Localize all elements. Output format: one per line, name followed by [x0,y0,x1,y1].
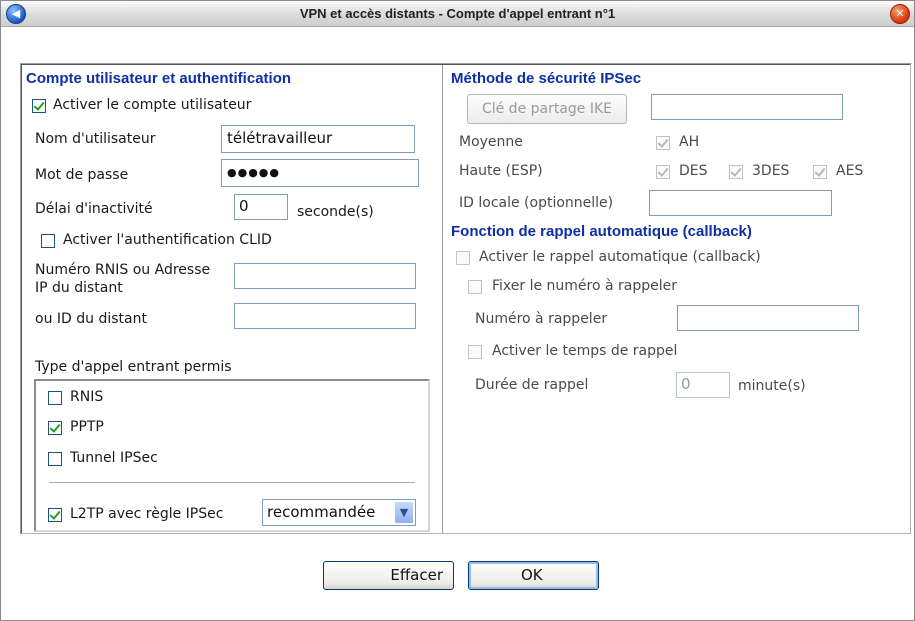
callback-duration-unit: minute(s) [738,378,806,394]
remote-id-field[interactable] [234,303,416,329]
username-label: Nom d'utilisateur [35,131,156,147]
clear-button[interactable]: Effacer [323,561,454,590]
dialog-window: ◀ VPN et accès distants - Compte d'appel… [0,0,915,621]
chevron-down-icon[interactable]: ▼ [394,501,414,524]
local-id-field[interactable] [649,190,832,216]
clid-label: Activer l'authentification CLID [63,232,272,248]
column-divider [442,65,444,533]
tunnel-ipsec-label: Tunnel IPSec [70,450,158,466]
idle-timeout-unit: seconde(s) [297,204,374,220]
ok-button[interactable]: OK [468,561,599,590]
l2tp-rule-value: recommandée [267,503,376,521]
callback-number-field[interactable] [677,305,859,331]
call-types-title: Type d'appel entrant permis [35,359,232,375]
ipsec-heading: Méthode de sécurité IPSec [451,70,642,87]
high-security-label: Haute (ESP) [459,163,543,179]
enable-account-checkbox[interactable] [32,99,46,113]
aes-label: AES [836,163,864,179]
callback-time-checkbox[interactable] [468,345,482,359]
l2tp-rule-select[interactable]: recommandée ▼ [262,499,416,526]
close-icon[interactable]: ✕ [890,4,910,24]
callback-number-label: Numéro à rappeler [475,311,608,327]
tunnel-ipsec-checkbox[interactable] [48,452,62,466]
password-field[interactable]: ●●●●● [221,159,419,187]
ah-checkbox[interactable] [656,136,670,150]
callback-duration-label: Durée de rappel [475,377,589,393]
remote-number-field[interactable] [234,263,416,289]
callback-heading: Fonction de rappel automatique (callback… [451,223,752,240]
aes-checkbox[interactable] [813,165,827,179]
3des-label: 3DES [752,163,790,179]
fix-number-checkbox[interactable] [468,280,482,294]
clid-checkbox[interactable] [41,234,55,248]
local-id-label: ID locale (optionnelle) [459,195,614,211]
idle-timeout-field[interactable]: 0 [234,194,288,220]
callback-duration-field[interactable]: 0 [676,372,730,398]
user-auth-heading: Compte utilisateur et authentification [26,70,292,87]
ike-key-button[interactable]: Clé de partage IKE [467,94,627,124]
remote-id-label: ou ID du distant [35,311,147,327]
fix-number-label: Fixer le numéro à rappeler [492,278,678,294]
idle-timeout-label: Délai d'inactivité [35,201,153,217]
window-title: VPN et accès distants - Compte d'appel e… [299,6,616,21]
callback-time-label: Activer le temps de rappel [492,343,678,359]
remote-number-label: Numéro RNIS ou Adresse IP du distant [35,262,211,296]
pptp-label: PPTP [70,419,104,435]
pptp-checkbox[interactable] [48,421,62,435]
enable-account-label: Activer le compte utilisateur [53,97,252,113]
rnis-label: RNIS [70,389,104,405]
ah-label: AH [679,134,700,150]
call-types-separator [49,482,415,483]
des-checkbox[interactable] [656,165,670,179]
callback-enable-checkbox[interactable] [456,251,470,265]
password-label: Mot de passe [35,167,129,183]
title-bar: ◀ VPN et accès distants - Compte d'appel… [1,1,914,27]
l2tp-label: L2TP avec règle IPSec [70,506,224,522]
callback-enable-label: Activer le rappel automatique (callback) [479,249,761,265]
rnis-checkbox[interactable] [48,391,62,405]
username-field[interactable]: télétravailleur [221,125,415,153]
l2tp-checkbox[interactable] [48,508,62,522]
medium-security-label: Moyenne [459,134,523,150]
des-label: DES [679,163,708,179]
ike-key-field[interactable] [651,94,843,120]
3des-checkbox[interactable] [729,165,743,179]
